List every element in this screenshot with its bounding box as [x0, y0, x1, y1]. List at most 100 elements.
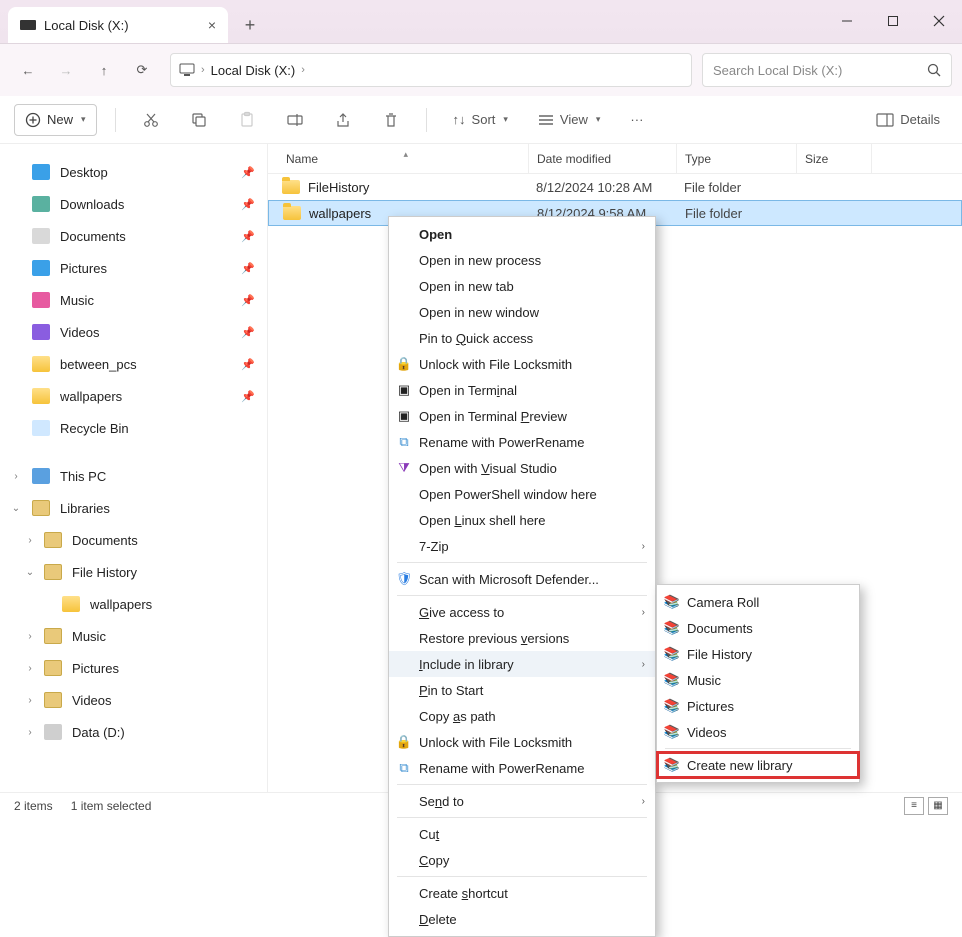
paste-button[interactable] [230, 104, 264, 136]
ctx-delete[interactable]: Delete [389, 906, 655, 932]
chevron-right-icon[interactable]: › [201, 64, 205, 76]
ctx-open-linux[interactable]: Open Linux shell here [389, 507, 655, 533]
ctx-send-to[interactable]: Send to› [389, 788, 655, 814]
cut-button[interactable] [134, 104, 168, 136]
search-box[interactable]: Search Local Disk (X:) [702, 53, 952, 87]
chevron-right-icon[interactable]: › [24, 727, 36, 738]
close-window-button[interactable] [916, 0, 962, 43]
minimize-button[interactable] [824, 0, 870, 43]
sidebar-item-thispc[interactable]: ›This PC [0, 460, 267, 492]
ctx-open-new-window[interactable]: Open in new window [389, 299, 655, 325]
ctx-cut[interactable]: Cut [389, 821, 655, 847]
submenu-camera-roll[interactable]: 📚Camera Roll [657, 589, 859, 615]
sidebar-item-wallpapers[interactable]: wallpapers📌 [0, 380, 267, 412]
downloads-icon [32, 196, 50, 212]
submenu-videos[interactable]: 📚Videos [657, 719, 859, 745]
col-date[interactable]: Date modified [528, 144, 676, 173]
share-button[interactable] [326, 104, 360, 136]
chevron-right-icon[interactable]: › [24, 535, 36, 546]
sidebar-item-lib-wallpapers[interactable]: wallpapers [0, 588, 267, 620]
sidebar-item-desktop[interactable]: Desktop📌 [0, 156, 267, 188]
refresh-button[interactable]: ⟳ [124, 52, 160, 88]
ctx-open[interactable]: Open [389, 221, 655, 247]
view-button[interactable]: View ▾ [530, 104, 608, 136]
ctx-scan-defender[interactable]: 🛡Scan with Microsoft Defender... [389, 566, 655, 592]
chevron-right-icon[interactable]: › [10, 471, 22, 482]
ctx-open-powershell[interactable]: Open PowerShell window here [389, 481, 655, 507]
copy-button[interactable] [182, 104, 216, 136]
up-button[interactable]: ↑ [86, 52, 122, 88]
view-details-button[interactable]: ≡ [904, 797, 924, 815]
chevron-right-icon[interactable]: › [301, 64, 305, 76]
submenu-pictures[interactable]: 📚Pictures [657, 693, 859, 719]
ctx-restore-versions[interactable]: Restore previous versions [389, 625, 655, 651]
sidebar-item-label: File History [72, 565, 137, 580]
new-button[interactable]: New ▾ [14, 104, 97, 136]
submenu-documents[interactable]: 📚Documents [657, 615, 859, 641]
sidebar-item-lib-videos[interactable]: ›Videos [0, 684, 267, 716]
sidebar-item-lib-data-d[interactable]: ›Data (D:) [0, 716, 267, 748]
ctx-open-terminal-preview[interactable]: ▣Open in Terminal Preview [389, 403, 655, 429]
address-bar[interactable]: › Local Disk (X:) › [170, 53, 692, 87]
more-button[interactable]: ··· [622, 104, 651, 136]
view-grid-button[interactable]: ▦ [928, 797, 948, 815]
ctx-include-library[interactable]: Include in library› [389, 651, 655, 677]
back-button[interactable]: ← [10, 52, 46, 88]
chevron-right-icon[interactable]: › [24, 631, 36, 642]
chevron-right-icon[interactable]: › [24, 663, 36, 674]
ctx-7zip[interactable]: 7-Zip› [389, 533, 655, 559]
search-icon[interactable] [927, 63, 941, 77]
chevron-down-icon: ▾ [503, 114, 508, 125]
sidebar-item-lib-pictures[interactable]: ›Pictures [0, 652, 267, 684]
sidebar-item-recyclebin[interactable]: Recycle Bin [0, 412, 267, 444]
breadcrumb-location[interactable]: Local Disk (X:) [211, 63, 296, 78]
sidebar-item-lib-documents[interactable]: ›Documents [0, 524, 267, 556]
details-pane-button[interactable]: Details [868, 104, 948, 136]
ctx-give-access[interactable]: Give access to› [389, 599, 655, 625]
ctx-open-new-process[interactable]: Open in new process [389, 247, 655, 273]
sidebar-item-documents[interactable]: Documents📌 [0, 220, 267, 252]
forward-button[interactable]: → [48, 52, 84, 88]
col-name[interactable]: Name▴ [268, 152, 528, 166]
ctx-pin-quick[interactable]: Pin to Quick access [389, 325, 655, 351]
submenu-filehistory[interactable]: 📚File History [657, 641, 859, 667]
ctx-pin-start[interactable]: Pin to Start [389, 677, 655, 703]
ctx-open-new-tab[interactable]: Open in new tab [389, 273, 655, 299]
details-icon [876, 113, 894, 127]
maximize-button[interactable] [870, 0, 916, 43]
ctx-rename-powerrename[interactable]: ⧉Rename with PowerRename [389, 429, 655, 455]
table-row[interactable]: FileHistory 8/12/2024 10:28 AM File fold… [268, 174, 962, 200]
sidebar-item-libraries[interactable]: ⌄Libraries [0, 492, 267, 524]
ctx-unlock-locksmith[interactable]: 🔒Unlock with File Locksmith [389, 351, 655, 377]
close-tab-icon[interactable]: × [208, 17, 216, 33]
ctx-rename-powerrename-2[interactable]: ⧉Rename with PowerRename [389, 755, 655, 781]
pin-icon: 📌 [241, 230, 255, 243]
ctx-copy-as-path[interactable]: Copy as path [389, 703, 655, 729]
ctx-copy[interactable]: Copy [389, 847, 655, 873]
ctx-create-shortcut[interactable]: Create shortcut [389, 880, 655, 906]
sidebar-item-videos[interactable]: Videos📌 [0, 316, 267, 348]
ctx-unlock-locksmith-2[interactable]: 🔒Unlock with File Locksmith [389, 729, 655, 755]
delete-button[interactable] [374, 104, 408, 136]
new-tab-button[interactable]: + [234, 9, 266, 41]
status-count: 2 items [14, 799, 53, 813]
sidebar-item-betweenpcs[interactable]: between_pcs📌 [0, 348, 267, 380]
rename-button[interactable] [278, 104, 312, 136]
tab-localdisk[interactable]: Local Disk (X:) × [8, 7, 228, 43]
col-size[interactable]: Size [796, 144, 872, 173]
sort-button[interactable]: ↑↓ Sort ▾ [445, 104, 516, 136]
sidebar-item-lib-music[interactable]: ›Music [0, 620, 267, 652]
sidebar-item-pictures[interactable]: Pictures📌 [0, 252, 267, 284]
chevron-down-icon[interactable]: ⌄ [24, 567, 36, 578]
submenu-music[interactable]: 📚Music [657, 667, 859, 693]
ctx-open-terminal[interactable]: ▣Open in Terminal [389, 377, 655, 403]
chevron-down-icon[interactable]: ⌄ [10, 503, 22, 514]
ctx-open-visualstudio[interactable]: ⧩Open with Visual Studio [389, 455, 655, 481]
chevron-right-icon: › [642, 607, 645, 618]
sidebar-item-music[interactable]: Music📌 [0, 284, 267, 316]
chevron-right-icon[interactable]: › [24, 695, 36, 706]
sidebar-item-lib-filehistory[interactable]: ⌄ File History [0, 556, 267, 588]
submenu-create-new-library[interactable]: 📚Create new library [657, 752, 859, 778]
col-type[interactable]: Type [676, 144, 796, 173]
sidebar-item-downloads[interactable]: Downloads📌 [0, 188, 267, 220]
